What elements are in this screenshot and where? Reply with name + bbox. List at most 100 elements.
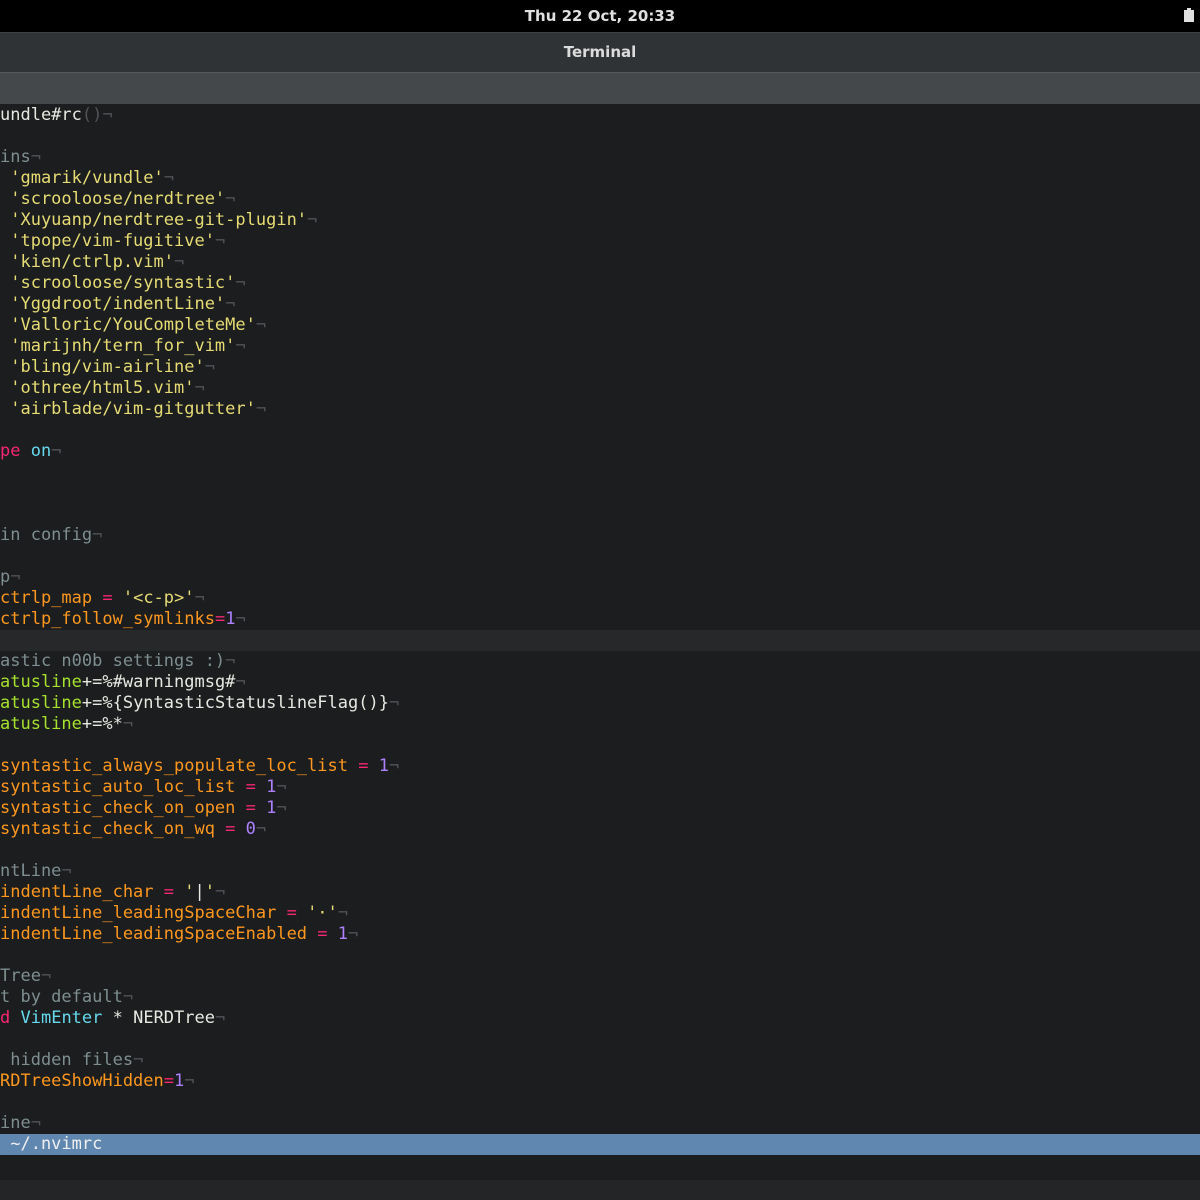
- code-token: '<c-p>': [122, 588, 195, 608]
- code-token: =: [235, 798, 267, 818]
- code-line[interactable]: RDTreeShowHidden=1¬: [0, 1071, 1200, 1092]
- code-token: syntastic_always_populate_loc_list: [0, 756, 348, 776]
- code-line[interactable]: atusline+=%*¬: [0, 714, 1200, 735]
- eol-marker: ¬: [348, 924, 359, 944]
- code-line[interactable]: 'scrooloose/syntastic'¬: [0, 273, 1200, 294]
- code-token: |: [194, 882, 205, 902]
- code-token: ctrlp_follow_symlinks: [0, 609, 215, 629]
- code-token: +=%{SyntasticStatuslineFlag()}: [81, 693, 389, 713]
- code-token: ins: [0, 147, 31, 167]
- code-line[interactable]: ins¬: [0, 147, 1200, 168]
- code-line[interactable]: p¬: [0, 567, 1200, 588]
- code-line[interactable]: t by default¬: [0, 987, 1200, 1008]
- cursor-line[interactable]: [0, 630, 1200, 651]
- code-line[interactable]: 'kien/ctrlp.vim'¬: [0, 252, 1200, 273]
- code-line[interactable]: [0, 546, 1200, 567]
- eol-marker: ¬: [235, 336, 246, 356]
- code-token: atusline: [0, 672, 82, 692]
- status-filename: ~/.nvimrc: [0, 1134, 103, 1154]
- code-token: 'scrooloose/syntastic': [0, 273, 236, 293]
- eol-marker: ¬: [51, 441, 62, 461]
- code-token: =: [307, 924, 338, 944]
- vim-editor[interactable]: undle#rc()¬ ins¬ 'gmarik/vundle'¬ 'scrool…: [0, 104, 1200, 1180]
- code-token: 1: [337, 924, 349, 944]
- code-line[interactable]: [0, 126, 1200, 147]
- eol-marker: ¬: [92, 525, 103, 545]
- code-line[interactable]: Tree¬: [0, 966, 1200, 987]
- code-line[interactable]: 'bling/vim-airline'¬: [0, 357, 1200, 378]
- code-line[interactable]: ctrlp_map = '<c-p>'¬: [0, 588, 1200, 609]
- command-line[interactable]: [0, 1180, 1200, 1200]
- code-line[interactable]: atusline+=%#warningmsg#¬: [0, 672, 1200, 693]
- code-line[interactable]: undle#rc()¬: [0, 105, 1200, 126]
- code-line[interactable]: 'marijnh/tern_for_vim'¬: [0, 336, 1200, 357]
- code-line[interactable]: 'scrooloose/nerdtree'¬: [0, 189, 1200, 210]
- code-token: 1: [225, 609, 236, 629]
- code-line[interactable]: syntastic_check_on_open = 1¬: [0, 798, 1200, 819]
- code-line[interactable]: ctrlp_follow_symlinks=1¬: [0, 609, 1200, 630]
- code-line[interactable]: atusline+=%{SyntasticStatuslineFlag()}¬: [0, 693, 1200, 714]
- eol-marker: ¬: [235, 672, 246, 692]
- eol-marker: ¬: [276, 798, 287, 818]
- code-token: 'othree/html5.vim': [0, 378, 195, 398]
- code-line[interactable]: [0, 462, 1200, 483]
- battery-icon[interactable]: [1184, 8, 1194, 22]
- code-line[interactable]: [0, 483, 1200, 504]
- code-token: syntastic_check_on_open: [0, 798, 236, 818]
- code-token: =: [214, 609, 226, 629]
- code-line[interactable]: [0, 735, 1200, 756]
- eol-marker: ¬: [307, 210, 318, 230]
- terminal-header-bar: [0, 72, 1200, 104]
- eol-marker: ¬: [194, 378, 205, 398]
- code-token: d: [0, 1008, 11, 1028]
- code-line[interactable]: [0, 420, 1200, 441]
- code-token: 'airblade/vim-gitgutter': [0, 399, 256, 419]
- code-line[interactable]: hidden files¬: [0, 1050, 1200, 1071]
- code-line[interactable]: 'airblade/vim-gitgutter'¬: [0, 399, 1200, 420]
- code-line[interactable]: syntastic_always_populate_loc_list = 1¬: [0, 756, 1200, 777]
- eol-marker: ¬: [133, 1050, 144, 1070]
- code-line[interactable]: syntastic_check_on_wq = 0¬: [0, 819, 1200, 840]
- code-line[interactable]: ine¬: [0, 1113, 1200, 1134]
- eol-marker: (): [81, 105, 103, 125]
- code-line[interactable]: in config¬: [0, 525, 1200, 546]
- eol-marker: ¬: [235, 609, 246, 629]
- code-line[interactable]: d VimEnter * NERDTree¬: [0, 1008, 1200, 1029]
- code-token: undle#rc: [0, 105, 82, 125]
- code-line[interactable]: 'othree/html5.vim'¬: [0, 378, 1200, 399]
- code-token: =: [153, 882, 185, 902]
- eol-marker: ¬: [184, 1071, 195, 1091]
- code-line[interactable]: [0, 945, 1200, 966]
- eol-marker: ¬: [225, 651, 236, 671]
- clock[interactable]: Thu 22 Oct, 20:33: [0, 7, 1200, 25]
- code-line[interactable]: 'Xuyuanp/nerdtree-git-plugin'¬: [0, 210, 1200, 231]
- code-token: 'Yggdroot/indentLine': [0, 294, 226, 314]
- eol-marker: ¬: [122, 714, 134, 734]
- code-line[interactable]: indentLine_leadingSpaceEnabled = 1¬: [0, 924, 1200, 945]
- code-line[interactable]: syntastic_auto_loc_list = 1¬: [0, 777, 1200, 798]
- code-line[interactable]: indentLine_leadingSpaceChar = '·'¬: [0, 903, 1200, 924]
- code-token: p: [0, 567, 11, 587]
- code-token: ine: [0, 1113, 31, 1133]
- code-line[interactable]: pe on¬: [0, 441, 1200, 462]
- status-line: ~/.nvimrc: [0, 1134, 1200, 1155]
- code-line[interactable]: [0, 504, 1200, 525]
- code-line[interactable]: [0, 840, 1200, 861]
- code-token: astic n00b settings :): [0, 651, 226, 671]
- code-line[interactable]: 'tpope/vim-fugitive'¬: [0, 231, 1200, 252]
- code-line[interactable]: 'gmarik/vundle'¬: [0, 168, 1200, 189]
- eol-marker: ¬: [102, 105, 113, 125]
- window-titlebar[interactable]: Terminal: [0, 32, 1200, 72]
- code-line[interactable]: 'Valloric/YouCompleteMe'¬: [0, 315, 1200, 336]
- code-line[interactable]: astic n00b settings :)¬: [0, 651, 1200, 672]
- code-line[interactable]: [0, 1029, 1200, 1050]
- code-line[interactable]: ntLine¬: [0, 861, 1200, 882]
- code-line[interactable]: indentLine_char = '|'¬: [0, 882, 1200, 903]
- eol-marker: ¬: [30, 147, 41, 167]
- code-line[interactable]: [0, 1092, 1200, 1113]
- eol-marker: ¬: [337, 903, 349, 923]
- code-line[interactable]: 'Yggdroot/indentLine'¬: [0, 294, 1200, 315]
- code-token: 1: [174, 1071, 185, 1091]
